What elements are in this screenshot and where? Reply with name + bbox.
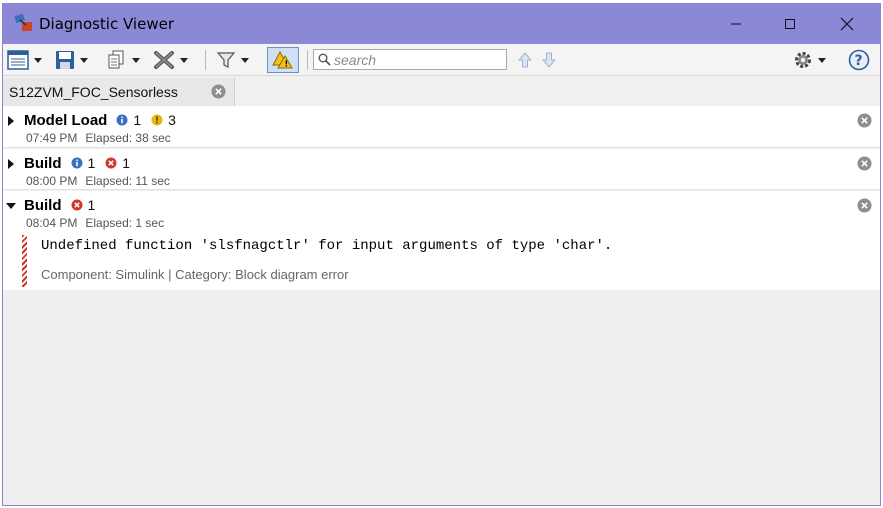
filter-button[interactable] [216, 48, 249, 72]
warning-filter-toggle[interactable]: ! [267, 47, 299, 73]
entry-time: 08:00 PM [26, 174, 78, 188]
error-count-badge: 1 [71, 197, 95, 213]
expand-arrow-icon[interactable] [8, 159, 14, 169]
error-meta: Component: Simulink | Category: Block di… [41, 267, 349, 282]
help-button[interactable]: ? [848, 48, 870, 72]
chevron-down-icon [34, 57, 42, 63]
settings-button[interactable] [793, 48, 826, 72]
remove-entry-icon[interactable] [857, 198, 872, 213]
info-icon [116, 114, 128, 126]
tab-label: S12ZVM_FOC_Sensorless [9, 84, 178, 100]
tab-strip: S12ZVM_FOC_Sensorless [3, 76, 880, 106]
report-view-button[interactable] [7, 48, 42, 72]
save-button[interactable] [55, 48, 88, 72]
chevron-down-icon [80, 57, 88, 63]
diagnostic-entry-build-expanded[interactable]: Build 1 08:04 PM Elapsed: 1 sec Undefined… [3, 191, 880, 290]
error-severity-bar [22, 235, 27, 287]
entry-subtitle: 07:49 PM Elapsed: 38 sec [26, 131, 171, 145]
remove-entry-icon[interactable] [857, 113, 872, 128]
clear-button[interactable] [153, 48, 188, 72]
clear-icon [154, 51, 174, 69]
entry-title: Build [24, 154, 62, 172]
toolbar-separator [205, 50, 206, 70]
diagnostic-viewer-window: Diagnostic Viewer ! search ? S12ZVM_FOC_… [2, 3, 881, 506]
title-bar[interactable]: Diagnostic Viewer [3, 4, 880, 44]
previous-button[interactable] [517, 48, 533, 72]
minimize-button[interactable] [713, 4, 759, 44]
info-count-badge: 1 [116, 112, 141, 128]
error-count-badge: 1 [105, 155, 130, 171]
minimize-icon [731, 23, 741, 25]
chevron-down-icon [132, 57, 140, 63]
arrow-down-icon [541, 52, 557, 68]
error-icon [71, 199, 82, 211]
help-icon: ? [848, 49, 870, 71]
chevron-down-icon [241, 57, 249, 63]
maximize-icon [785, 19, 795, 29]
warning-count-badge: 3 [151, 112, 176, 128]
close-window-button[interactable] [824, 4, 870, 44]
info-count-badge: 1 [71, 155, 95, 171]
copy-button[interactable] [107, 48, 140, 72]
toolbar: ! search ? [3, 44, 880, 76]
entry-title: Model Load [24, 111, 108, 129]
next-button[interactable] [541, 48, 557, 72]
window-title: Diagnostic Viewer [39, 15, 174, 33]
entry-elapsed: Elapsed: 11 sec [85, 174, 170, 188]
search-icon [318, 53, 331, 66]
svg-text:?: ? [855, 53, 863, 69]
chevron-down-icon [180, 57, 188, 63]
remove-entry-icon[interactable] [857, 156, 872, 171]
error-icon [105, 157, 117, 169]
diagnostics-list: Model Load 1 3 07:49 PM Elapsed: 38 sec [3, 106, 880, 505]
info-icon [71, 157, 82, 169]
matlab-simulink-icon [13, 12, 35, 34]
expand-arrow-icon[interactable] [8, 116, 14, 126]
save-icon [56, 51, 74, 69]
diagnostic-entry-model-load[interactable]: Model Load 1 3 07:49 PM Elapsed: 38 sec [3, 106, 880, 148]
close-icon [840, 17, 854, 31]
chevron-down-icon [818, 57, 826, 63]
entry-elapsed: Elapsed: 38 sec [85, 131, 171, 145]
warning-icon [151, 114, 163, 126]
entry-time: 07:49 PM [26, 131, 78, 145]
warning-filter-icon: ! [272, 50, 293, 69]
copy-icon [108, 50, 124, 69]
collapse-arrow-icon[interactable] [6, 203, 16, 209]
entry-time: 08:04 PM [26, 216, 78, 230]
tab-s12zvm-foc-sensorless[interactable]: S12ZVM_FOC_Sensorless [3, 78, 235, 106]
close-tab-icon[interactable] [211, 84, 226, 99]
search-box[interactable] [313, 49, 507, 70]
entry-title: Build [24, 196, 62, 214]
entry-subtitle: 08:04 PM Elapsed: 1 sec [26, 216, 164, 230]
error-message[interactable]: Undefined function 'slsfnagctlr' for inp… [41, 238, 612, 254]
gear-icon [795, 52, 811, 68]
svg-text:!: ! [285, 60, 289, 69]
report-view-icon [7, 50, 29, 70]
toolbar-separator [307, 50, 308, 70]
arrow-up-icon [517, 52, 533, 68]
diagnostic-entry-build[interactable]: Build 1 1 08:00 PM Elapsed: 11 sec [3, 149, 880, 190]
entry-elapsed: Elapsed: 1 sec [85, 216, 165, 230]
maximize-button[interactable] [767, 4, 813, 44]
entry-subtitle: 08:00 PM Elapsed: 11 sec [26, 174, 170, 188]
filter-icon [216, 52, 236, 68]
search-input[interactable] [334, 51, 504, 68]
